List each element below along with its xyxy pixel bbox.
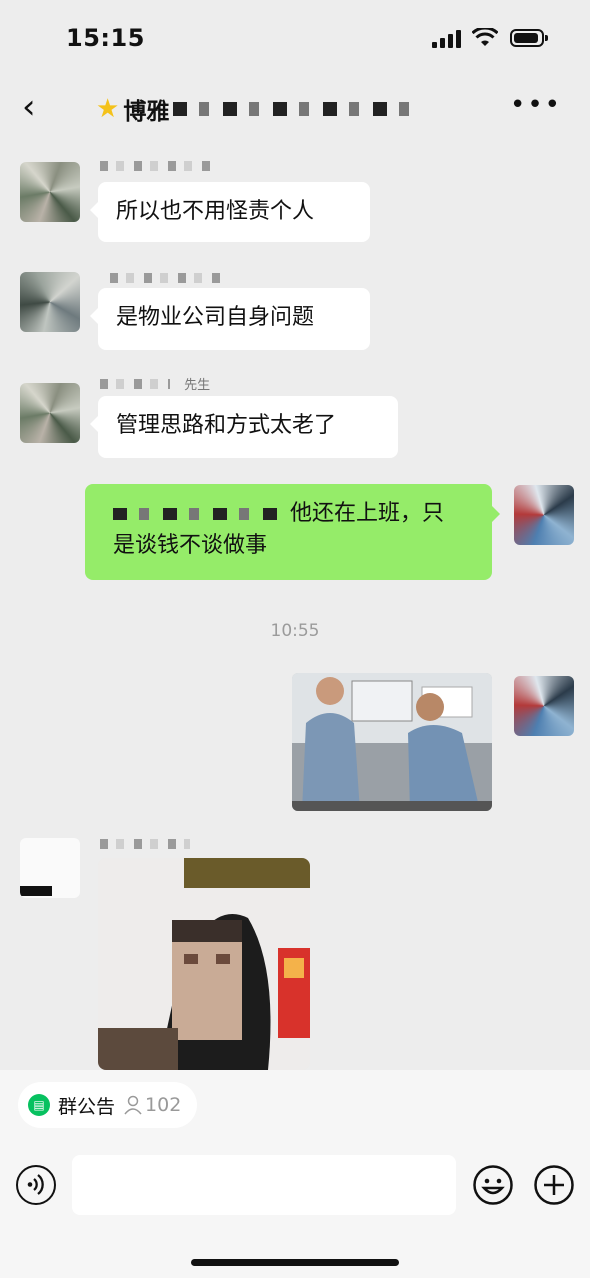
photo-icon — [98, 858, 310, 1070]
member-count-value: 102 — [145, 1094, 182, 1116]
message-bubble[interactable]: 管理思路和方式太老了 — [90, 396, 398, 458]
home-indicator — [191, 1259, 399, 1266]
star-icon: ★ — [96, 94, 120, 124]
emoji-icon[interactable] — [473, 1165, 513, 1205]
photo-message[interactable] — [292, 673, 492, 811]
sender-name — [100, 160, 210, 176]
message-timestamp: 10:55 — [270, 621, 320, 641]
sender-name — [110, 272, 220, 288]
avatar[interactable] — [20, 272, 80, 332]
message-input[interactable] — [72, 1155, 456, 1215]
avatar[interactable] — [20, 383, 80, 443]
wifi-icon — [472, 28, 498, 46]
member-count[interactable]: 102 — [123, 1094, 181, 1116]
redacted-title — [173, 102, 424, 116]
voice-icon[interactable] — [16, 1165, 56, 1205]
photo-message[interactable] — [98, 858, 310, 1070]
notice-icon: ▤ — [28, 1094, 50, 1116]
sender-suffix: 先生 — [184, 378, 211, 393]
self-message-bubble[interactable]: 他还在上班，只 是谈钱不谈做事 — [85, 484, 500, 580]
plus-icon[interactable] — [534, 1165, 574, 1205]
chat-title[interactable]: ★ 博雅 — [96, 92, 424, 126]
signal-icon — [432, 30, 461, 48]
group-notice-chip[interactable]: ▤ 群公告 102 — [18, 1082, 198, 1128]
message-bubble[interactable]: 是物业公司自身问题 — [90, 288, 370, 350]
photo-icon — [292, 673, 492, 811]
self-avatar[interactable] — [514, 485, 574, 545]
ellipsis-icon[interactable]: ••• — [510, 90, 562, 120]
avatar[interactable] — [20, 162, 80, 222]
message-line-1: 他还在上班，只 — [290, 501, 445, 526]
battery-icon — [510, 29, 548, 47]
group-notice-label: 群公告 — [58, 1095, 116, 1118]
self-avatar[interactable] — [514, 676, 574, 736]
avatar[interactable] — [20, 838, 80, 898]
sender-name — [100, 838, 190, 854]
redacted-text — [113, 508, 283, 520]
status-bar: 15:15 — [0, 0, 590, 80]
chat-title-text: 博雅 — [123, 99, 170, 125]
message-bubble[interactable]: 所以也不用怪责个人 — [90, 182, 370, 242]
chevron-left-icon[interactable]: ‹ — [22, 90, 48, 124]
chat-header: ‹ ★ 博雅 ••• — [0, 80, 590, 136]
sender-name: 先生 — [100, 374, 211, 393]
message-line-2: 是谈钱不谈做事 — [113, 533, 268, 558]
status-time: 15:15 — [66, 24, 145, 52]
person-icon — [124, 1095, 142, 1115]
